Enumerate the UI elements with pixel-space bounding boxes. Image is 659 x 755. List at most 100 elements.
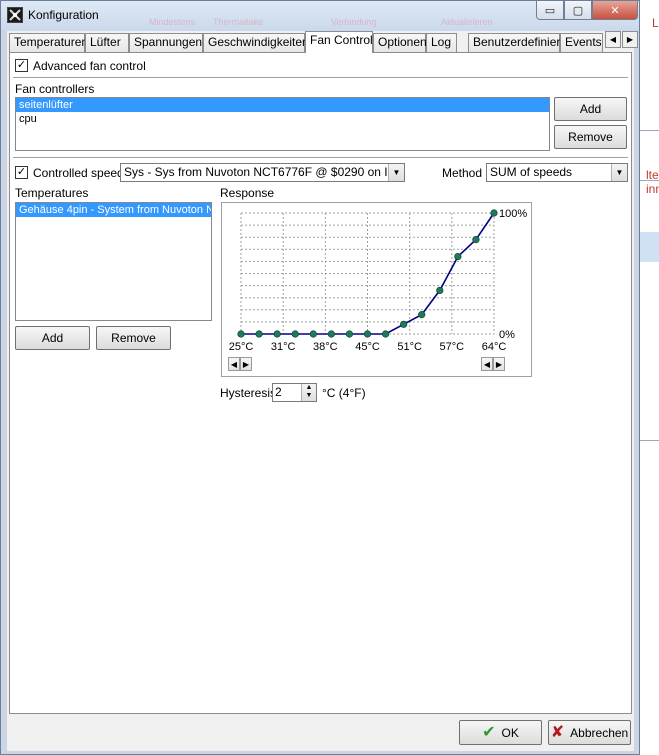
hysteresis-input[interactable]: 2 ▲ ▼ — [272, 383, 317, 402]
curve-point — [237, 330, 245, 338]
background-text: lte inn — [646, 168, 659, 196]
chart-scroll-right: ◀ ▶ — [481, 357, 505, 371]
method-select[interactable]: SUM of speeds ▼ — [486, 163, 628, 182]
curve-point — [381, 330, 390, 338]
x-tick-label: 51°C — [397, 341, 422, 353]
minimize-button[interactable]: ▭ — [536, 1, 564, 20]
fan-controller-item[interactable]: cpu — [16, 112, 549, 126]
fan-controller-item[interactable]: seitenlüfter — [16, 98, 549, 112]
scroll-left-button[interactable]: ◀ — [481, 357, 493, 371]
add-temperature-button[interactable]: Add — [15, 326, 90, 350]
tab-fan-control[interactable]: Fan Control — [305, 31, 373, 53]
scroll-right-button[interactable]: ▶ — [493, 357, 505, 371]
fan-controllers-list[interactable]: seitenlüfter cpu — [15, 97, 550, 151]
curve-point — [327, 330, 335, 338]
cancel-button[interactable]: ✘ Abbrechen — [548, 720, 631, 745]
remove-temperature-button[interactable]: Remove — [96, 326, 171, 350]
controlled-speed-label: Controlled speed — [33, 166, 124, 180]
scroll-left-button[interactable]: ◀ — [228, 357, 240, 371]
curve-point — [363, 330, 372, 338]
curve-point — [255, 330, 263, 338]
chevron-down-icon: ▼ — [388, 164, 404, 181]
tab-scroll-right-button[interactable]: ▶ — [622, 31, 638, 48]
maximize-icon: ▢ — [572, 4, 584, 17]
hysteresis-unit: °C (4°F) — [322, 386, 366, 400]
tab-strip: Temperaturen Lüfter Spannungen Geschwind… — [9, 31, 638, 53]
curve-point — [309, 330, 317, 338]
title-bar[interactable]: Konfiguration Mindestens Thermaltake Ver… — [1, 1, 639, 31]
curve-point — [418, 311, 426, 319]
controlled-speed-checkbox[interactable]: ✓ — [15, 166, 28, 179]
curve-point — [436, 286, 444, 295]
background-divider — [640, 130, 659, 131]
fan-controllers-label: Fan controllers — [15, 82, 95, 96]
tab-log[interactable]: Log — [426, 33, 457, 52]
arrow-left-icon: ◀ — [609, 35, 617, 44]
x-tick-label: 45°C — [355, 341, 380, 353]
checkmark-icon: ✔ — [482, 723, 496, 741]
curve-point — [345, 330, 354, 338]
tab-events[interactable]: Events — [560, 33, 603, 52]
divider — [13, 77, 628, 79]
tab-spannungen[interactable]: Spannungen — [129, 33, 203, 52]
tab-optionen[interactable]: Optionen — [373, 33, 427, 52]
ok-button[interactable]: ✔ OK — [459, 720, 542, 745]
x-tick-label: 25°C — [229, 341, 254, 353]
curve-point — [273, 330, 281, 338]
maximize-button[interactable]: ▢ — [564, 1, 592, 20]
response-label: Response — [220, 186, 275, 200]
tab-scroll-left-button[interactable]: ◀ — [605, 31, 621, 48]
background-divider — [640, 180, 659, 181]
window-controls: ▭ ▢ ✕ — [536, 1, 638, 21]
minimize-icon: ▭ — [544, 4, 556, 17]
tab-luefter[interactable]: Lüfter — [85, 33, 129, 52]
method-value: SUM of speeds — [490, 165, 573, 179]
cancel-label: Abbrechen — [570, 725, 629, 740]
temperatures-list[interactable]: Gehäuse 4pin - System from Nuvoton NCT67… — [15, 202, 212, 321]
background-text: L — [652, 16, 659, 30]
x-tick-label: 64°C — [482, 341, 507, 353]
background-faded-text: Aktualisieren — [441, 17, 493, 27]
config-dialog: Konfiguration Mindestens Thermaltake Ver… — [0, 0, 640, 755]
chevron-down-icon: ▼ — [611, 164, 627, 181]
close-icon: ✕ — [610, 4, 620, 17]
x-tick-label: 57°C — [440, 341, 465, 353]
response-chart-svg[interactable]: 100% 0% 25°C 31°C 38°C 45°C 51°C 57°C 64°C — [222, 203, 531, 376]
controlled-speed-select[interactable]: Sys - Sys from Nuvoton NCT6776F @ $0290 … — [120, 163, 405, 182]
advanced-fan-control-checkbox[interactable]: ✓ — [15, 59, 28, 72]
app-icon — [7, 7, 23, 23]
scroll-right-button[interactable]: ▶ — [240, 357, 252, 371]
background-faded-text: Mindestens — [149, 17, 196, 27]
background-faded-text: Thermaltake — [213, 17, 264, 27]
advanced-fan-control-label: Advanced fan control — [33, 59, 146, 73]
x-tick-label: 38°C — [313, 341, 338, 353]
tab-geschwindigkeiten[interactable]: Geschwindigkeiten — [203, 33, 309, 52]
close-button[interactable]: ✕ — [592, 1, 638, 20]
tab-benutzerdefiniert[interactable]: Benutzerdefiniert — [468, 33, 564, 52]
remove-fan-controller-button[interactable]: Remove — [554, 125, 627, 149]
method-label: Method — [442, 166, 483, 180]
temperature-item[interactable]: Gehäuse 4pin - System from Nuvoton NCT67… — [16, 203, 211, 217]
dialog-client-area: Temperaturen Lüfter Spannungen Geschwind… — [7, 31, 638, 751]
y-min-label: 0% — [499, 329, 515, 341]
divider — [13, 157, 628, 159]
hysteresis-spinner[interactable]: ▲ ▼ — [301, 384, 316, 401]
cancel-x-icon: ✘ — [550, 723, 565, 741]
hysteresis-value: 2 — [275, 385, 282, 399]
y-max-label: 100% — [499, 208, 527, 220]
tab-temperaturen[interactable]: Temperaturen — [9, 33, 88, 52]
curve-point — [400, 320, 408, 328]
add-fan-controller-button[interactable]: Add — [554, 97, 627, 121]
temperatures-label: Temperatures — [15, 186, 89, 200]
background-band — [640, 232, 659, 262]
curve-point — [454, 252, 462, 261]
x-tick-label: 31°C — [271, 341, 296, 353]
window-title: Konfiguration — [28, 8, 99, 22]
background-faded-text: Verbindung — [331, 17, 377, 27]
fan-control-panel: ✓ Advanced fan control Fan controllers s… — [9, 52, 632, 714]
curve-point — [291, 330, 299, 338]
background-window-edge: L lte inn — [640, 0, 659, 755]
chart-scroll-left: ◀ ▶ — [228, 357, 252, 371]
response-chart[interactable]: 100% 0% 25°C 31°C 38°C 45°C 51°C 57°C 64°C ◀ ▶ ◀ ▶ — [221, 202, 532, 377]
arrow-right-icon: ▶ — [626, 35, 634, 44]
